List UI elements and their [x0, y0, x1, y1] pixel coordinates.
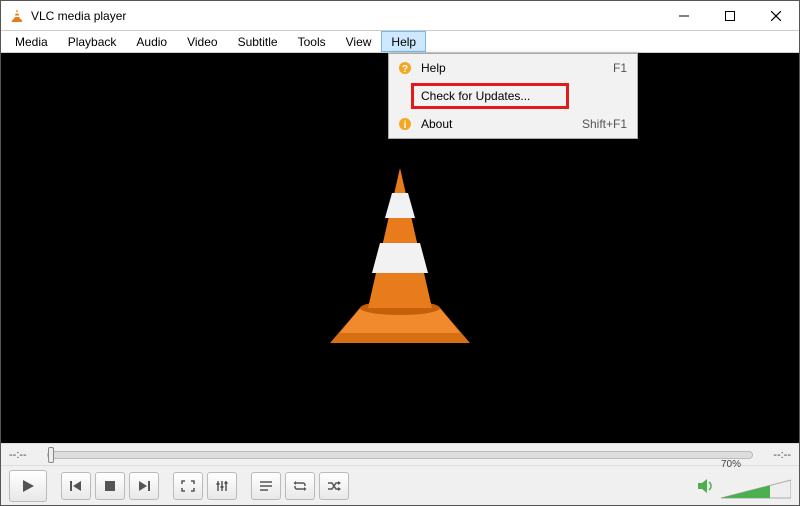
sliders-icon [215, 480, 229, 492]
shuffle-button[interactable] [319, 472, 349, 500]
fullscreen-button[interactable] [173, 472, 203, 500]
fullscreen-icon [181, 480, 195, 492]
playlist-button[interactable] [251, 472, 281, 500]
speaker-icon[interactable] [697, 478, 715, 494]
shuffle-icon [327, 480, 341, 492]
video-area: ? HelpF1 Check for Updates... i AboutShift+F… [1, 53, 799, 443]
menu-view[interactable]: View [336, 31, 382, 52]
time-elapsed: --:-- [9, 449, 39, 461]
skip-back-icon [69, 480, 83, 492]
play-icon [21, 479, 35, 493]
next-button[interactable] [129, 472, 159, 500]
stop-button[interactable] [95, 472, 125, 500]
volume-slider[interactable] [721, 478, 791, 500]
close-button[interactable] [753, 1, 799, 31]
svg-text:i: i [404, 120, 407, 131]
menu-subtitle[interactable]: Subtitle [228, 31, 288, 52]
menu-item-about[interactable]: i AboutShift+F1 [389, 110, 637, 138]
playlist-icon [259, 480, 273, 492]
menu-help[interactable]: Help [381, 31, 426, 52]
controls-row: 70% [1, 465, 799, 505]
menu-playback[interactable]: Playback [58, 31, 127, 52]
loop-icon [293, 480, 307, 492]
titlebar: VLC media player [1, 1, 799, 31]
minimize-button[interactable] [661, 1, 707, 31]
vlc-window: VLC media player MediaPlaybackAudioVideo… [0, 0, 800, 506]
seekbar-row: --:-- --:-- [1, 443, 799, 465]
menubar: MediaPlaybackAudioVideoSubtitleToolsView… [1, 31, 799, 53]
menu-item-label: Help [421, 61, 613, 75]
window-title: VLC media player [31, 9, 661, 23]
svg-text:?: ? [402, 64, 408, 75]
seek-slider[interactable] [47, 451, 753, 459]
question-icon: ? [395, 61, 415, 75]
menu-item-shortcut: F1 [613, 61, 627, 75]
previous-button[interactable] [61, 472, 91, 500]
menu-item-help[interactable]: ? HelpF1 [389, 54, 637, 82]
vlc-logo-icon [9, 8, 25, 24]
menu-audio[interactable]: Audio [126, 31, 177, 52]
volume-block: 70% [697, 467, 791, 505]
help-menu-dropdown: ? HelpF1 Check for Updates... i AboutShift+F… [388, 53, 638, 139]
menu-tools[interactable]: Tools [288, 31, 336, 52]
menu-item-label: About [421, 117, 582, 131]
menu-media[interactable]: Media [5, 31, 58, 52]
menu-video[interactable]: Video [177, 31, 227, 52]
volume-percent: 70% [721, 459, 791, 470]
info-icon: i [395, 117, 415, 131]
extended-settings-button[interactable] [207, 472, 237, 500]
vlc-cone-icon [320, 158, 480, 358]
stop-icon [104, 480, 116, 492]
menu-item-label: Check for Updates... [421, 89, 627, 103]
seek-handle[interactable] [48, 447, 54, 463]
loop-button[interactable] [285, 472, 315, 500]
skip-forward-icon [137, 480, 151, 492]
menu-item-shortcut: Shift+F1 [582, 117, 627, 131]
menu-item-check-for-updates[interactable]: Check for Updates... [389, 82, 637, 110]
window-controls [661, 1, 799, 31]
play-button[interactable] [9, 470, 47, 502]
maximize-button[interactable] [707, 1, 753, 31]
